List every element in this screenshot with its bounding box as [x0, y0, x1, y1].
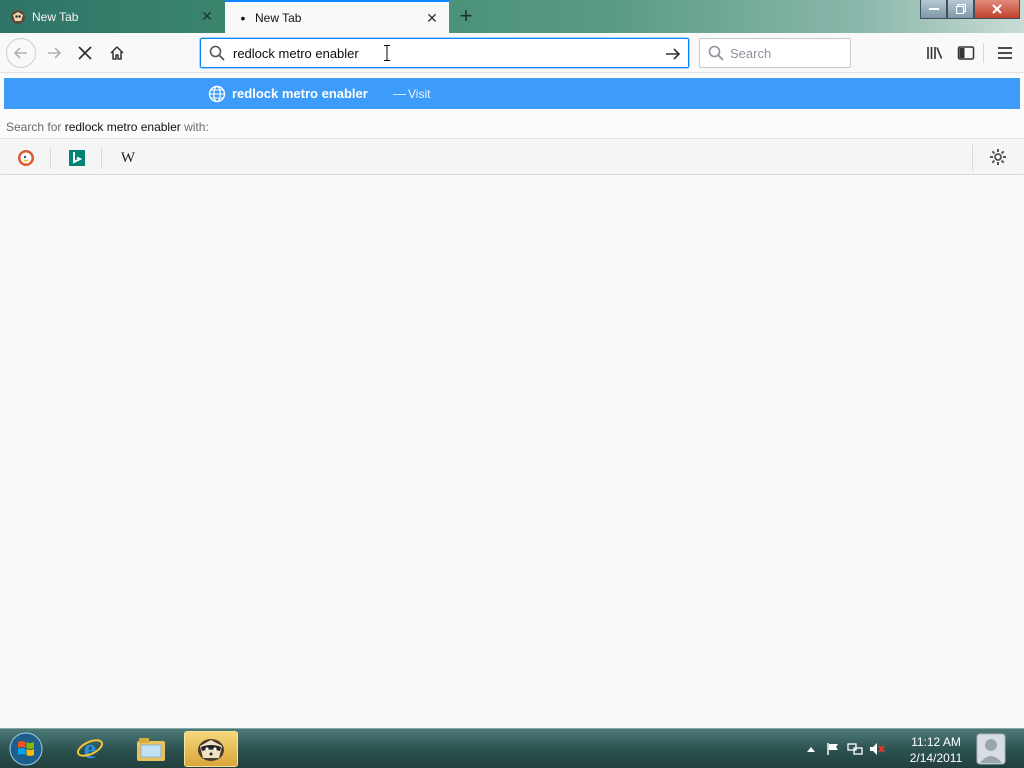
- user-avatar[interactable]: [972, 731, 1010, 767]
- duckduckgo-icon: [18, 150, 34, 166]
- engine-separator: [101, 147, 102, 169]
- start-button[interactable]: [6, 731, 46, 767]
- close-tab-icon[interactable]: ✕: [200, 9, 214, 24]
- firefox-nightly-icon: [198, 739, 224, 761]
- chevron-up-icon: [807, 747, 815, 752]
- go-arrow-icon[interactable]: [664, 45, 682, 63]
- engine-separator: [972, 145, 973, 171]
- duckduckgo-engine-button[interactable]: [16, 148, 36, 168]
- search-settings-button[interactable]: [988, 147, 1008, 167]
- taskbar-firefox[interactable]: [184, 731, 238, 767]
- system-tray: [800, 729, 888, 768]
- close-tab-icon[interactable]: ✕: [425, 11, 439, 26]
- search-icon: [209, 45, 225, 61]
- search-with-prefix: Search for: [6, 120, 65, 134]
- hamburger-menu-icon: [998, 47, 1012, 59]
- library-button[interactable]: [921, 39, 949, 67]
- taskbar-windows-explorer[interactable]: [124, 731, 178, 767]
- stop-icon: [78, 46, 92, 60]
- autocomplete-title: redlock metro enabler: [232, 86, 368, 101]
- firefox-nightly-icon: [10, 9, 26, 25]
- search-with-suffix: with:: [180, 120, 209, 134]
- toolbar-separator: [983, 43, 984, 63]
- user-icon: [976, 733, 1006, 765]
- taskbar-clock[interactable]: 11:12 AM 2/14/2011: [906, 734, 966, 766]
- wikipedia-icon: W: [120, 149, 136, 166]
- url-input[interactable]: [233, 45, 653, 61]
- tab-new-tab-1[interactable]: New Tab ✕: [0, 0, 224, 33]
- show-hidden-icons-button[interactable]: [800, 739, 822, 759]
- autocomplete-result-row[interactable]: redlock metro enabler — Visit: [4, 78, 1020, 109]
- folder-icon: [137, 738, 165, 761]
- wikipedia-engine-button[interactable]: W: [118, 148, 138, 168]
- open-menu-button[interactable]: [991, 39, 1019, 67]
- action-center-icon[interactable]: [822, 739, 844, 759]
- home-icon: [110, 46, 124, 60]
- back-arrow-icon: [13, 47, 27, 59]
- sidebar-icon: [957, 46, 975, 60]
- tab-strip: New Tab ✕ • New Tab ✕ +: [0, 0, 1024, 33]
- autocomplete-action: Visit: [408, 87, 431, 101]
- search-with-term: redlock metro enabler: [64, 120, 181, 134]
- close-window-button[interactable]: [974, 0, 1020, 19]
- autocomplete-separator: —: [393, 86, 406, 101]
- search-with-label: Search for redlock metro enabler with:: [6, 120, 209, 134]
- internet-explorer-icon: e: [76, 734, 104, 764]
- forward-arrow-icon: [48, 47, 62, 59]
- url-bar[interactable]: [200, 38, 689, 68]
- tab-new-tab-2[interactable]: • New Tab ✕: [225, 0, 449, 33]
- globe-icon: [208, 85, 226, 103]
- tab-title: New Tab: [32, 9, 79, 24]
- back-button[interactable]: [6, 38, 36, 68]
- bing-icon: [69, 150, 85, 166]
- loading-dot-icon: •: [240, 9, 246, 26]
- forward-button[interactable]: [40, 39, 68, 67]
- url-autocomplete-popup: redlock metro enabler — Visit Search for…: [0, 74, 1024, 174]
- minimize-button[interactable]: [920, 0, 947, 19]
- new-tab-button[interactable]: +: [456, 5, 476, 27]
- library-icon: [927, 47, 943, 59]
- taskbar-internet-explorer[interactable]: e: [63, 731, 117, 767]
- search-bar[interactable]: [699, 38, 851, 68]
- one-off-search-engines: W: [0, 138, 1024, 174]
- engine-separator: [50, 147, 51, 169]
- gear-icon: [990, 149, 1006, 165]
- page-content[interactable]: [0, 175, 1024, 728]
- windows-start-icon: [9, 732, 43, 766]
- sidebar-button[interactable]: [952, 39, 980, 67]
- tab-title: New Tab: [255, 10, 302, 25]
- navigation-toolbar: [0, 33, 1024, 73]
- bing-engine-button[interactable]: [67, 148, 87, 168]
- windows-taskbar: e 11:12 AM 2/14/2011: [0, 728, 1024, 768]
- search-input[interactable]: [730, 45, 840, 61]
- svg-text:e: e: [84, 734, 96, 764]
- volume-muted-icon[interactable]: [866, 739, 888, 759]
- stop-button[interactable]: [71, 39, 99, 67]
- home-button[interactable]: [103, 39, 131, 67]
- restore-button[interactable]: [947, 0, 974, 19]
- text-cursor-icon: [384, 45, 390, 61]
- search-icon: [708, 45, 724, 61]
- clock-time: 11:12 AM: [911, 735, 961, 749]
- clock-date: 2/14/2011: [909, 751, 963, 765]
- network-icon[interactable]: [844, 739, 866, 759]
- window-controls: [920, 0, 1020, 19]
